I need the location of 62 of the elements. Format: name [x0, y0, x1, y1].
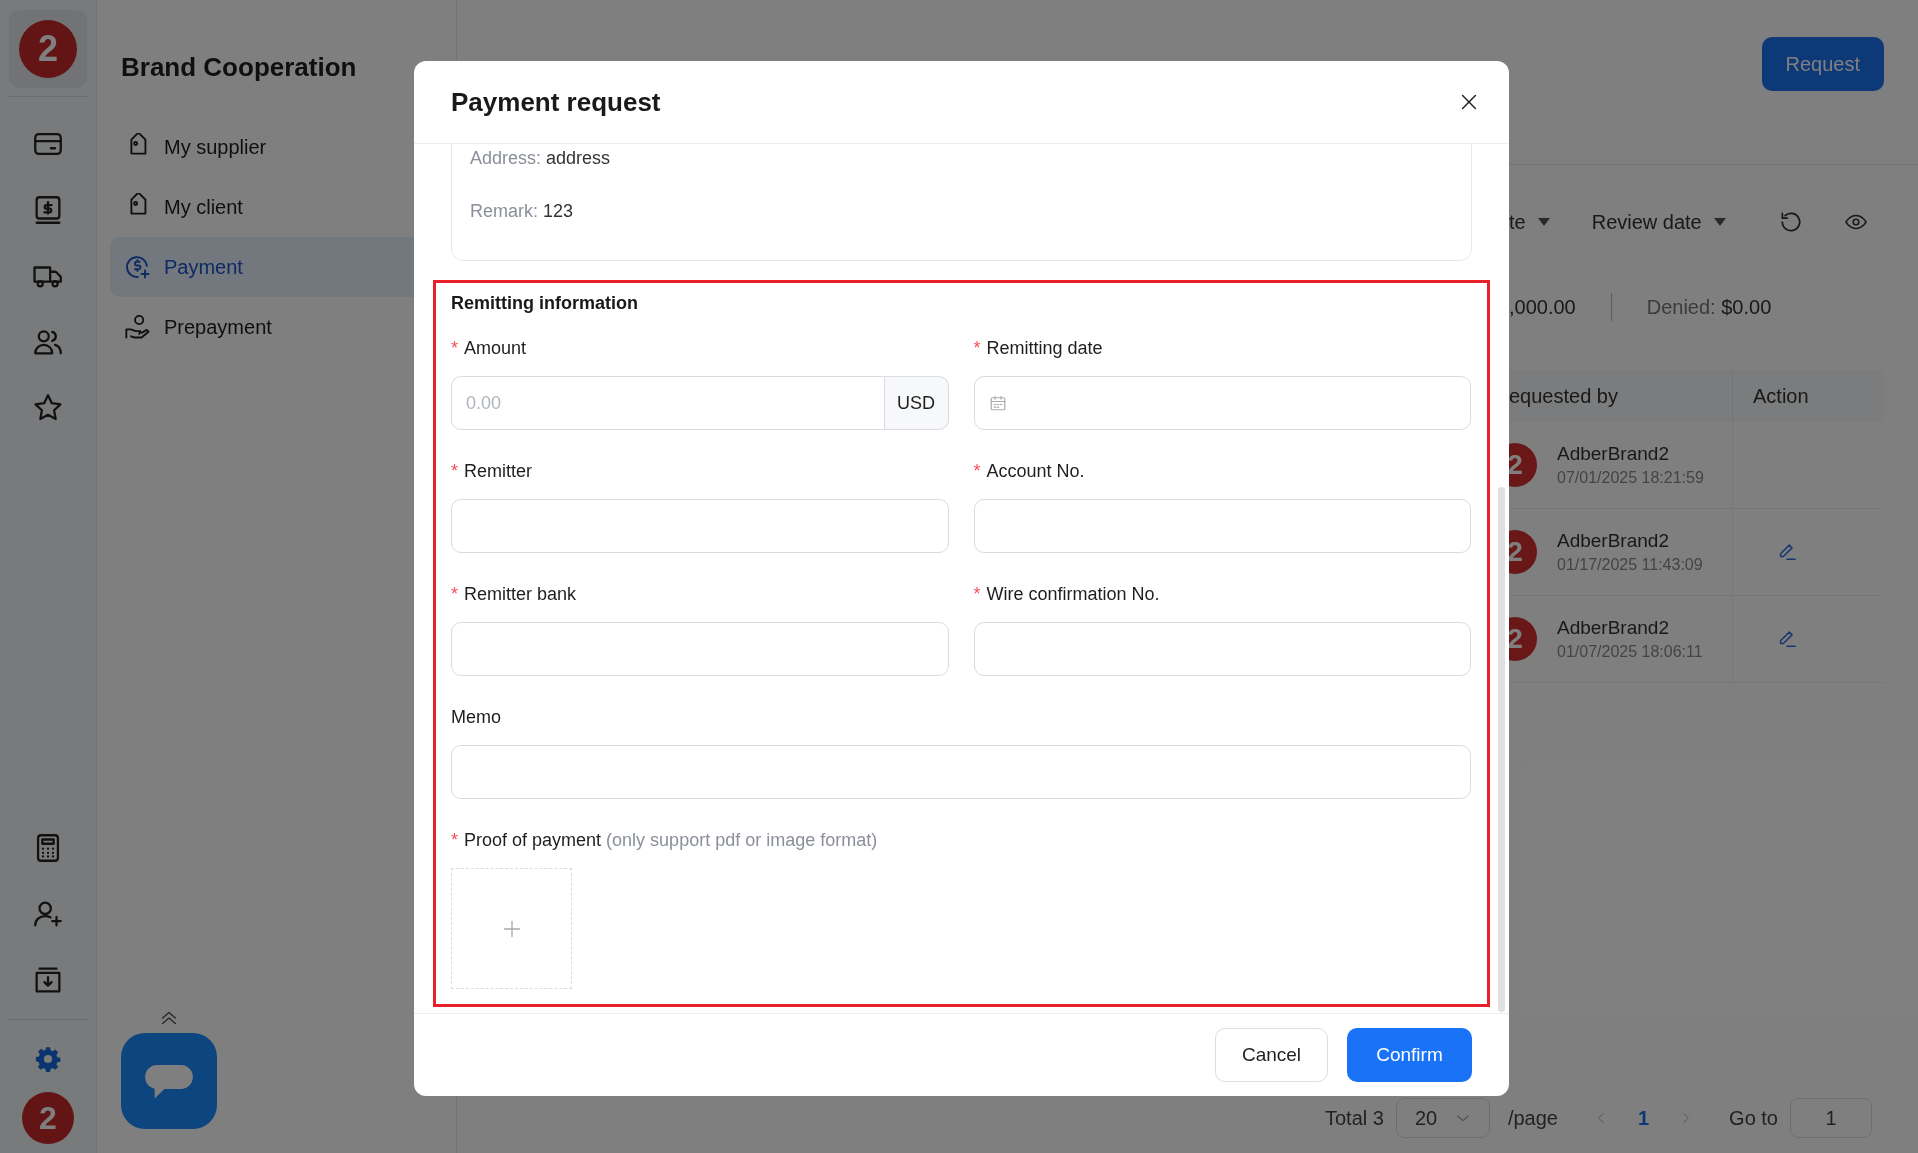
amount-field[interactable]: 0.00	[451, 376, 885, 430]
required-mark: *	[451, 828, 458, 852]
requester-name: AdberBrand2	[1557, 442, 1670, 466]
filter-dropdown[interactable]: te	[1509, 207, 1552, 237]
page-jump-field[interactable]: 1	[1790, 1098, 1872, 1138]
plus-icon	[501, 918, 522, 939]
field-label: Proof of payment (only support pdf or image format)	[464, 828, 878, 852]
nav-item[interactable]: Prepayment	[110, 297, 443, 357]
required-mark: *	[973, 582, 981, 606]
field-label: Remitting date	[986, 336, 1103, 360]
required-mark: *	[451, 336, 458, 360]
request-date: 01/07/2025 18:06:11	[1557, 642, 1703, 662]
currency-addon: USD	[884, 376, 949, 430]
input-field[interactable]	[973, 499, 1471, 553]
request-button[interactable]: Request	[1761, 37, 1884, 91]
filter-dropdown[interactable]: Review date	[1591, 207, 1728, 237]
caret-down-icon	[1535, 216, 1552, 228]
field-label: Remitter	[464, 459, 533, 483]
column-header: Action	[1752, 384, 1809, 409]
go-to-label: Go to	[1729, 1106, 1778, 1131]
calendar-icon	[988, 394, 1007, 412]
chat-button[interactable]	[121, 1033, 217, 1129]
required-mark: *	[973, 459, 981, 483]
page-size-select[interactable]: 20	[1395, 1098, 1490, 1138]
info-line: Address: address	[470, 147, 612, 169]
field-label: Wire confirmation No.	[986, 582, 1160, 606]
hand-coin-icon	[124, 313, 152, 341]
summary-amount: ,000.00	[1509, 295, 1576, 320]
cancel-button[interactable]: Cancel	[1215, 1028, 1328, 1082]
requester-name: AdberBrand2	[1557, 529, 1670, 553]
scrollbar-thumb[interactable]	[1498, 487, 1505, 1012]
field-label: Remitter bank	[464, 582, 577, 606]
nav-item[interactable]: My supplier	[110, 117, 443, 177]
total-count: Total 3	[1324, 1106, 1384, 1131]
section-title: Remitting information	[451, 293, 639, 313]
summary-amount: Denied: $0.00	[1646, 295, 1772, 320]
dollar-plus-icon	[124, 253, 152, 281]
required-mark: *	[451, 459, 458, 483]
nav-title: Brand Cooperation	[120, 51, 358, 84]
field-label: Memo	[451, 705, 501, 729]
input-field[interactable]	[451, 499, 949, 553]
page-number[interactable]: 1	[1637, 1103, 1650, 1133]
confirm-button[interactable]: Confirm	[1347, 1028, 1472, 1082]
required-mark: *	[973, 336, 981, 360]
caret-down-icon	[1711, 216, 1728, 228]
settings-icon[interactable]	[34, 1045, 62, 1073]
modal-title: Payment request	[451, 85, 661, 119]
input-field[interactable]	[451, 622, 949, 676]
request-date: 07/01/2025 18:21:59	[1557, 468, 1704, 488]
logo[interactable]: 2	[19, 20, 77, 78]
field-label: Account No.	[986, 459, 1085, 483]
requester-name: AdberBrand2	[1557, 616, 1670, 640]
info-line: Remark: 123	[470, 200, 575, 222]
required-mark: *	[451, 582, 458, 606]
input-field[interactable]	[451, 745, 1471, 799]
date-field[interactable]	[973, 376, 1471, 430]
request-date: 01/17/2025 11:43:09	[1557, 555, 1703, 575]
user-avatar[interactable]: 2	[22, 1092, 74, 1144]
nav-item[interactable]: My client	[110, 177, 443, 237]
input-field[interactable]	[973, 622, 1471, 676]
per-page-label: /page	[1507, 1106, 1558, 1131]
field-label: Amount	[464, 336, 527, 360]
